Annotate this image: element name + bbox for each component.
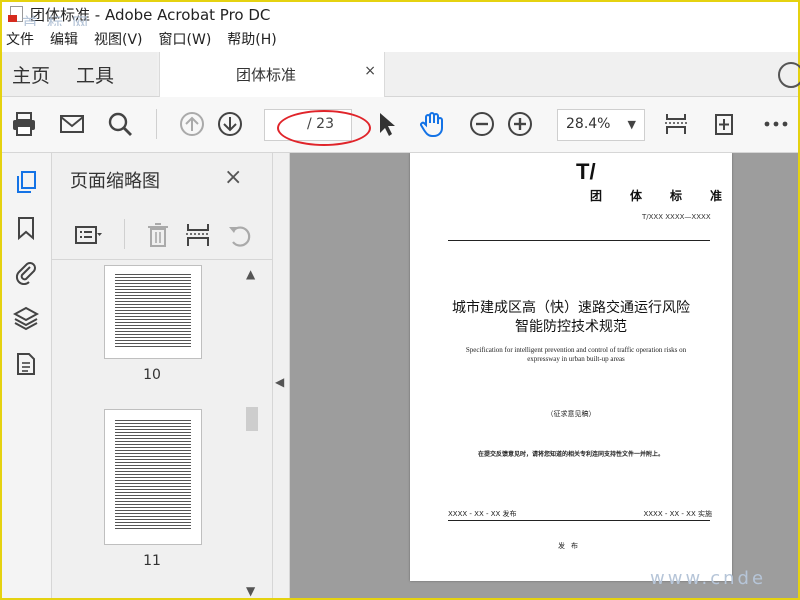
document-view[interactable]: T/ 团体标准 T/XXX XXXX—XXXX 城市建成区高（快）速路交通运行风…	[290, 153, 798, 598]
tab-document-label: 团体标准	[236, 66, 297, 84]
delete-page-icon[interactable]	[142, 219, 174, 251]
panel-collapse-strip[interactable]: ◀	[273, 153, 290, 598]
page-thumbnails-icon[interactable]	[11, 167, 41, 197]
thumbnail-text-lines	[115, 420, 191, 530]
thumbnail-scrollbar[interactable]: ▲ ▼	[244, 261, 260, 598]
zoom-select[interactable]: 28.4% ▼	[557, 109, 645, 141]
next-page-icon[interactable]	[214, 108, 246, 140]
select-cursor-icon[interactable]	[370, 108, 402, 140]
chevron-down-icon: ▼	[627, 118, 636, 131]
thumbnail-page-11[interactable]	[104, 409, 202, 545]
thumbnail-page-10[interactable]	[104, 265, 202, 359]
document-title: 城市建成区高（快）速路交通运行风险 智能防控技术规范	[440, 299, 702, 337]
main-toolbar: / 23 28.4% ▼	[2, 97, 798, 153]
title-bar: 团体标准 - Adobe Acrobat Pro DC	[2, 2, 798, 26]
document-page: T/ 团体标准 T/XXX XXXX—XXXX 城市建成区高（快）速路交通运行风…	[410, 153, 732, 581]
hand-tool-icon[interactable]	[416, 108, 448, 140]
footer-rule	[448, 520, 710, 521]
issuer: 发布	[558, 542, 584, 550]
scroll-down-icon[interactable]: ▼	[246, 584, 255, 598]
menu-edit[interactable]: 编辑	[42, 29, 86, 49]
tab-bar: 主页 工具 团体标准 ×	[2, 52, 800, 97]
collapse-panel-icon[interactable]: ◀	[275, 375, 284, 389]
account-icon[interactable]	[778, 62, 800, 88]
fit-page-icon[interactable]	[660, 108, 692, 140]
standard-code: T/XXX XXXX—XXXX	[642, 213, 711, 221]
tab-home[interactable]: 主页	[12, 61, 50, 88]
undo-icon[interactable]	[224, 219, 256, 251]
email-icon[interactable]	[56, 108, 88, 140]
zoom-out-icon[interactable]	[466, 108, 498, 140]
scrollbar-thumb[interactable]	[246, 407, 258, 431]
thumbnail-options-icon[interactable]	[72, 219, 104, 251]
page-content-icon[interactable]	[11, 349, 41, 379]
standard-t-mark: T/	[576, 159, 596, 184]
publish-date: XXXX - XX - XX 发布	[448, 510, 517, 518]
thumbnail-toolbar	[52, 209, 272, 260]
menu-help[interactable]: 帮助(H)	[219, 29, 284, 49]
tab-close-icon[interactable]: ×	[364, 63, 376, 79]
close-icon[interactable]: ×	[224, 165, 242, 190]
menu-bar: 文件 编辑 视图(V) 窗口(W) 帮助(H)	[2, 26, 798, 52]
tab-document[interactable]: 团体标准 ×	[159, 52, 385, 97]
search-icon[interactable]	[104, 108, 136, 140]
bookmark-icon[interactable]	[11, 213, 41, 243]
menu-window[interactable]: 窗口(W)	[151, 29, 220, 49]
thumbnail-panel: 页面缩略图 × 10 11 ▲ ▼	[52, 153, 273, 598]
annotation-ellipse	[277, 110, 371, 146]
zoom-in-icon[interactable]	[504, 108, 536, 140]
toolbar-separator	[156, 109, 157, 139]
attachment-icon[interactable]	[11, 257, 41, 287]
tab-tools[interactable]: 工具	[76, 61, 114, 88]
thumbnail-text-lines	[115, 274, 191, 348]
thumbnail-label-10: 10	[143, 367, 161, 383]
rotate-view-icon[interactable]	[708, 108, 740, 140]
scroll-up-icon[interactable]: ▲	[246, 267, 255, 281]
menu-file[interactable]: 文件	[2, 29, 42, 49]
draft-note: （征求意见稿）	[546, 410, 596, 418]
thumbnail-panel-title: 页面缩略图	[70, 171, 160, 192]
layers-icon[interactable]	[11, 303, 41, 333]
menu-view[interactable]: 视图(V)	[86, 29, 151, 49]
print-icon[interactable]	[8, 108, 40, 140]
implement-date: XXXX - XX - XX 实施	[643, 510, 712, 518]
thumbnail-label-11: 11	[143, 553, 161, 569]
navigation-rail	[2, 153, 52, 598]
standard-type: 团体标准	[590, 189, 751, 203]
insert-page-icon[interactable]	[182, 219, 214, 251]
home-tools-area: 主页 工具	[2, 52, 157, 96]
more-options-icon[interactable]	[760, 108, 792, 140]
document-title-line1: 城市建成区高（快）速路交通运行风险	[452, 300, 690, 316]
document-title-line2: 智能防控技术规范	[515, 319, 627, 335]
thumbnail-toolbar-separator	[124, 219, 125, 249]
previous-page-icon[interactable]	[176, 108, 208, 140]
zoom-value: 28.4%	[566, 116, 611, 132]
header-rule	[448, 240, 710, 241]
submission-note: 在提交反馈意见时，请将您知道的相关专利连同支持性文件一并附上。	[477, 451, 664, 458]
document-subtitle-en: Specification for intelligent prevention…	[465, 346, 687, 363]
watermark-bottom: www.cnde	[650, 568, 767, 589]
